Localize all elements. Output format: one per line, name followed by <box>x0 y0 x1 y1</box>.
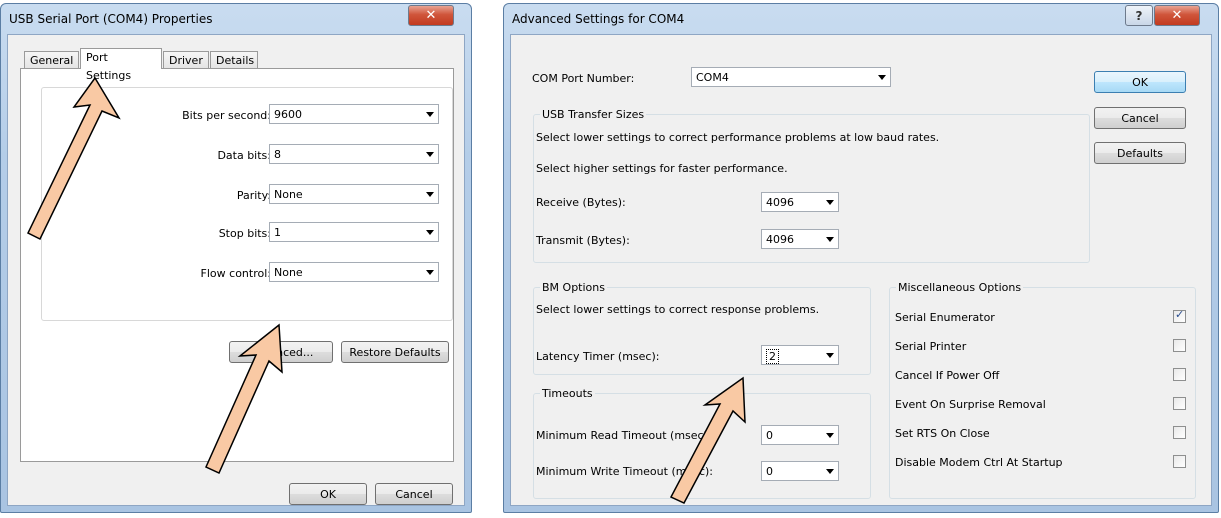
latency-select[interactable]: 2 <box>761 345 839 365</box>
chevron-down-icon <box>826 353 834 358</box>
chevron-down-icon <box>426 270 434 275</box>
option-disable-modem-ctrl-checkbox[interactable] <box>1173 455 1186 468</box>
option-serial-printer-label: Serial Printer <box>895 340 967 353</box>
option-serial-enumerator-checkbox[interactable] <box>1173 308 1186 323</box>
parity-select[interactable]: None <box>269 184 439 204</box>
title-bar[interactable]: USB Serial Port (COM4) Properties ✕ <box>1 4 471 34</box>
restore-defaults-button[interactable]: Restore Defaults <box>341 341 449 363</box>
read-timeout-value: 0 <box>766 429 773 442</box>
tab-details[interactable]: Details <box>210 51 258 69</box>
flow-control-label: Flow control: <box>200 267 271 280</box>
bm-note: Select lower settings to correct respons… <box>536 303 820 316</box>
latency-value: 2 <box>766 349 779 364</box>
help-button[interactable]: ? <box>1125 5 1153 26</box>
transmit-select[interactable]: 4096 <box>761 229 839 249</box>
group-title: USB Transfer Sizes <box>540 108 647 121</box>
defaults-button[interactable]: Defaults <box>1094 142 1186 164</box>
option-cancel-power-off-checkbox[interactable] <box>1173 368 1186 381</box>
stop-bits-value: 1 <box>274 226 281 239</box>
timeouts-group: Timeouts <box>533 387 871 499</box>
dialog-title: Advanced Settings for COM4 <box>512 12 685 26</box>
read-timeout-label: Minimum Read Timeout (msec): <box>536 429 712 442</box>
parity-value: None <box>274 188 303 201</box>
dialog-body: General Port Settings Driver Details Bit… <box>7 34 465 506</box>
write-timeout-select[interactable]: 0 <box>761 461 839 481</box>
receive-label: Receive (Bytes): <box>536 196 626 209</box>
tab-panel: Bits per second: 9600 Data bits: 8 Parit… <box>20 68 454 462</box>
com-port-value: COM4 <box>696 71 729 84</box>
receive-value: 4096 <box>766 196 794 209</box>
option-event-surprise-removal-checkbox[interactable] <box>1173 397 1186 410</box>
chevron-down-icon <box>426 230 434 235</box>
group-title: Miscellaneous Options <box>896 281 1024 294</box>
bits-per-second-select[interactable]: 9600 <box>269 104 439 124</box>
option-serial-enumerator-label: Serial Enumerator <box>895 311 995 324</box>
flow-control-select[interactable]: None <box>269 262 439 282</box>
com-port-label: COM Port Number: <box>532 72 635 85</box>
usb-note-lower: Select lower settings to correct perform… <box>536 131 940 144</box>
tab-general[interactable]: General <box>24 51 79 69</box>
title-bar[interactable]: Advanced Settings for COM4 ? ✕ <box>504 4 1218 34</box>
chevron-down-icon <box>826 433 834 438</box>
group-title: BM Options <box>540 281 607 294</box>
data-bits-value: 8 <box>274 148 281 161</box>
chevron-down-icon <box>826 200 834 205</box>
option-serial-printer-checkbox[interactable] <box>1173 339 1186 352</box>
ok-button[interactable]: OK <box>1094 71 1186 93</box>
close-button[interactable]: ✕ <box>408 5 454 26</box>
chevron-down-icon <box>878 75 886 80</box>
data-bits-select[interactable]: 8 <box>269 144 439 164</box>
close-icon: ✕ <box>1171 8 1183 23</box>
flow-control-value: None <box>274 266 303 279</box>
dialog-title: USB Serial Port (COM4) Properties <box>9 12 213 26</box>
chevron-down-icon <box>826 469 834 474</box>
help-icon: ? <box>1135 8 1143 23</box>
chevron-down-icon <box>426 112 434 117</box>
ok-button[interactable]: OK <box>289 483 367 505</box>
write-timeout-label: Minimum Write Timeout (msec): <box>536 465 713 478</box>
data-bits-label: Data bits: <box>217 149 271 162</box>
close-button[interactable]: ✕ <box>1154 5 1200 26</box>
tab-driver[interactable]: Driver <box>163 51 209 69</box>
latency-label: Latency Timer (msec): <box>536 350 660 363</box>
advanced-settings-dialog: Advanced Settings for COM4 ? ✕ COM Port … <box>503 3 1219 513</box>
chevron-down-icon <box>826 237 834 242</box>
stop-bits-select[interactable]: 1 <box>269 222 439 242</box>
tab-port-settings[interactable]: Port Settings <box>80 48 162 82</box>
cancel-button[interactable]: Cancel <box>1094 107 1186 129</box>
properties-dialog: USB Serial Port (COM4) Properties ✕ Gene… <box>0 3 472 513</box>
option-event-surprise-removal-label: Event On Surprise Removal <box>895 398 1046 411</box>
read-timeout-select[interactable]: 0 <box>761 425 839 445</box>
stop-bits-label: Stop bits: <box>218 227 271 240</box>
option-disable-modem-ctrl-label: Disable Modem Ctrl At Startup <box>895 456 1063 469</box>
com-port-select[interactable]: COM4 <box>691 67 891 87</box>
group-title: Timeouts <box>540 387 595 400</box>
option-cancel-power-off-label: Cancel If Power Off <box>895 369 1000 382</box>
write-timeout-value: 0 <box>766 465 773 478</box>
option-rts-on-close-checkbox[interactable] <box>1173 426 1186 439</box>
transmit-label: Transmit (Bytes): <box>536 234 630 247</box>
dialog-body: COM Port Number: COM4 OK Cancel Defaults… <box>510 34 1212 506</box>
usb-note-higher: Select higher settings for faster perfor… <box>536 162 788 175</box>
receive-select[interactable]: 4096 <box>761 192 839 212</box>
transmit-value: 4096 <box>766 233 794 246</box>
chevron-down-icon <box>426 192 434 197</box>
chevron-down-icon <box>426 152 434 157</box>
advanced-button[interactable]: Advanced... <box>229 341 333 363</box>
bits-per-second-label: Bits per second: <box>182 109 271 122</box>
parity-label: Parity: <box>236 189 271 202</box>
bits-per-second-value: 9600 <box>274 108 302 121</box>
option-rts-on-close-label: Set RTS On Close <box>895 427 990 440</box>
close-icon: ✕ <box>425 8 437 23</box>
cancel-button[interactable]: Cancel <box>375 483 453 505</box>
